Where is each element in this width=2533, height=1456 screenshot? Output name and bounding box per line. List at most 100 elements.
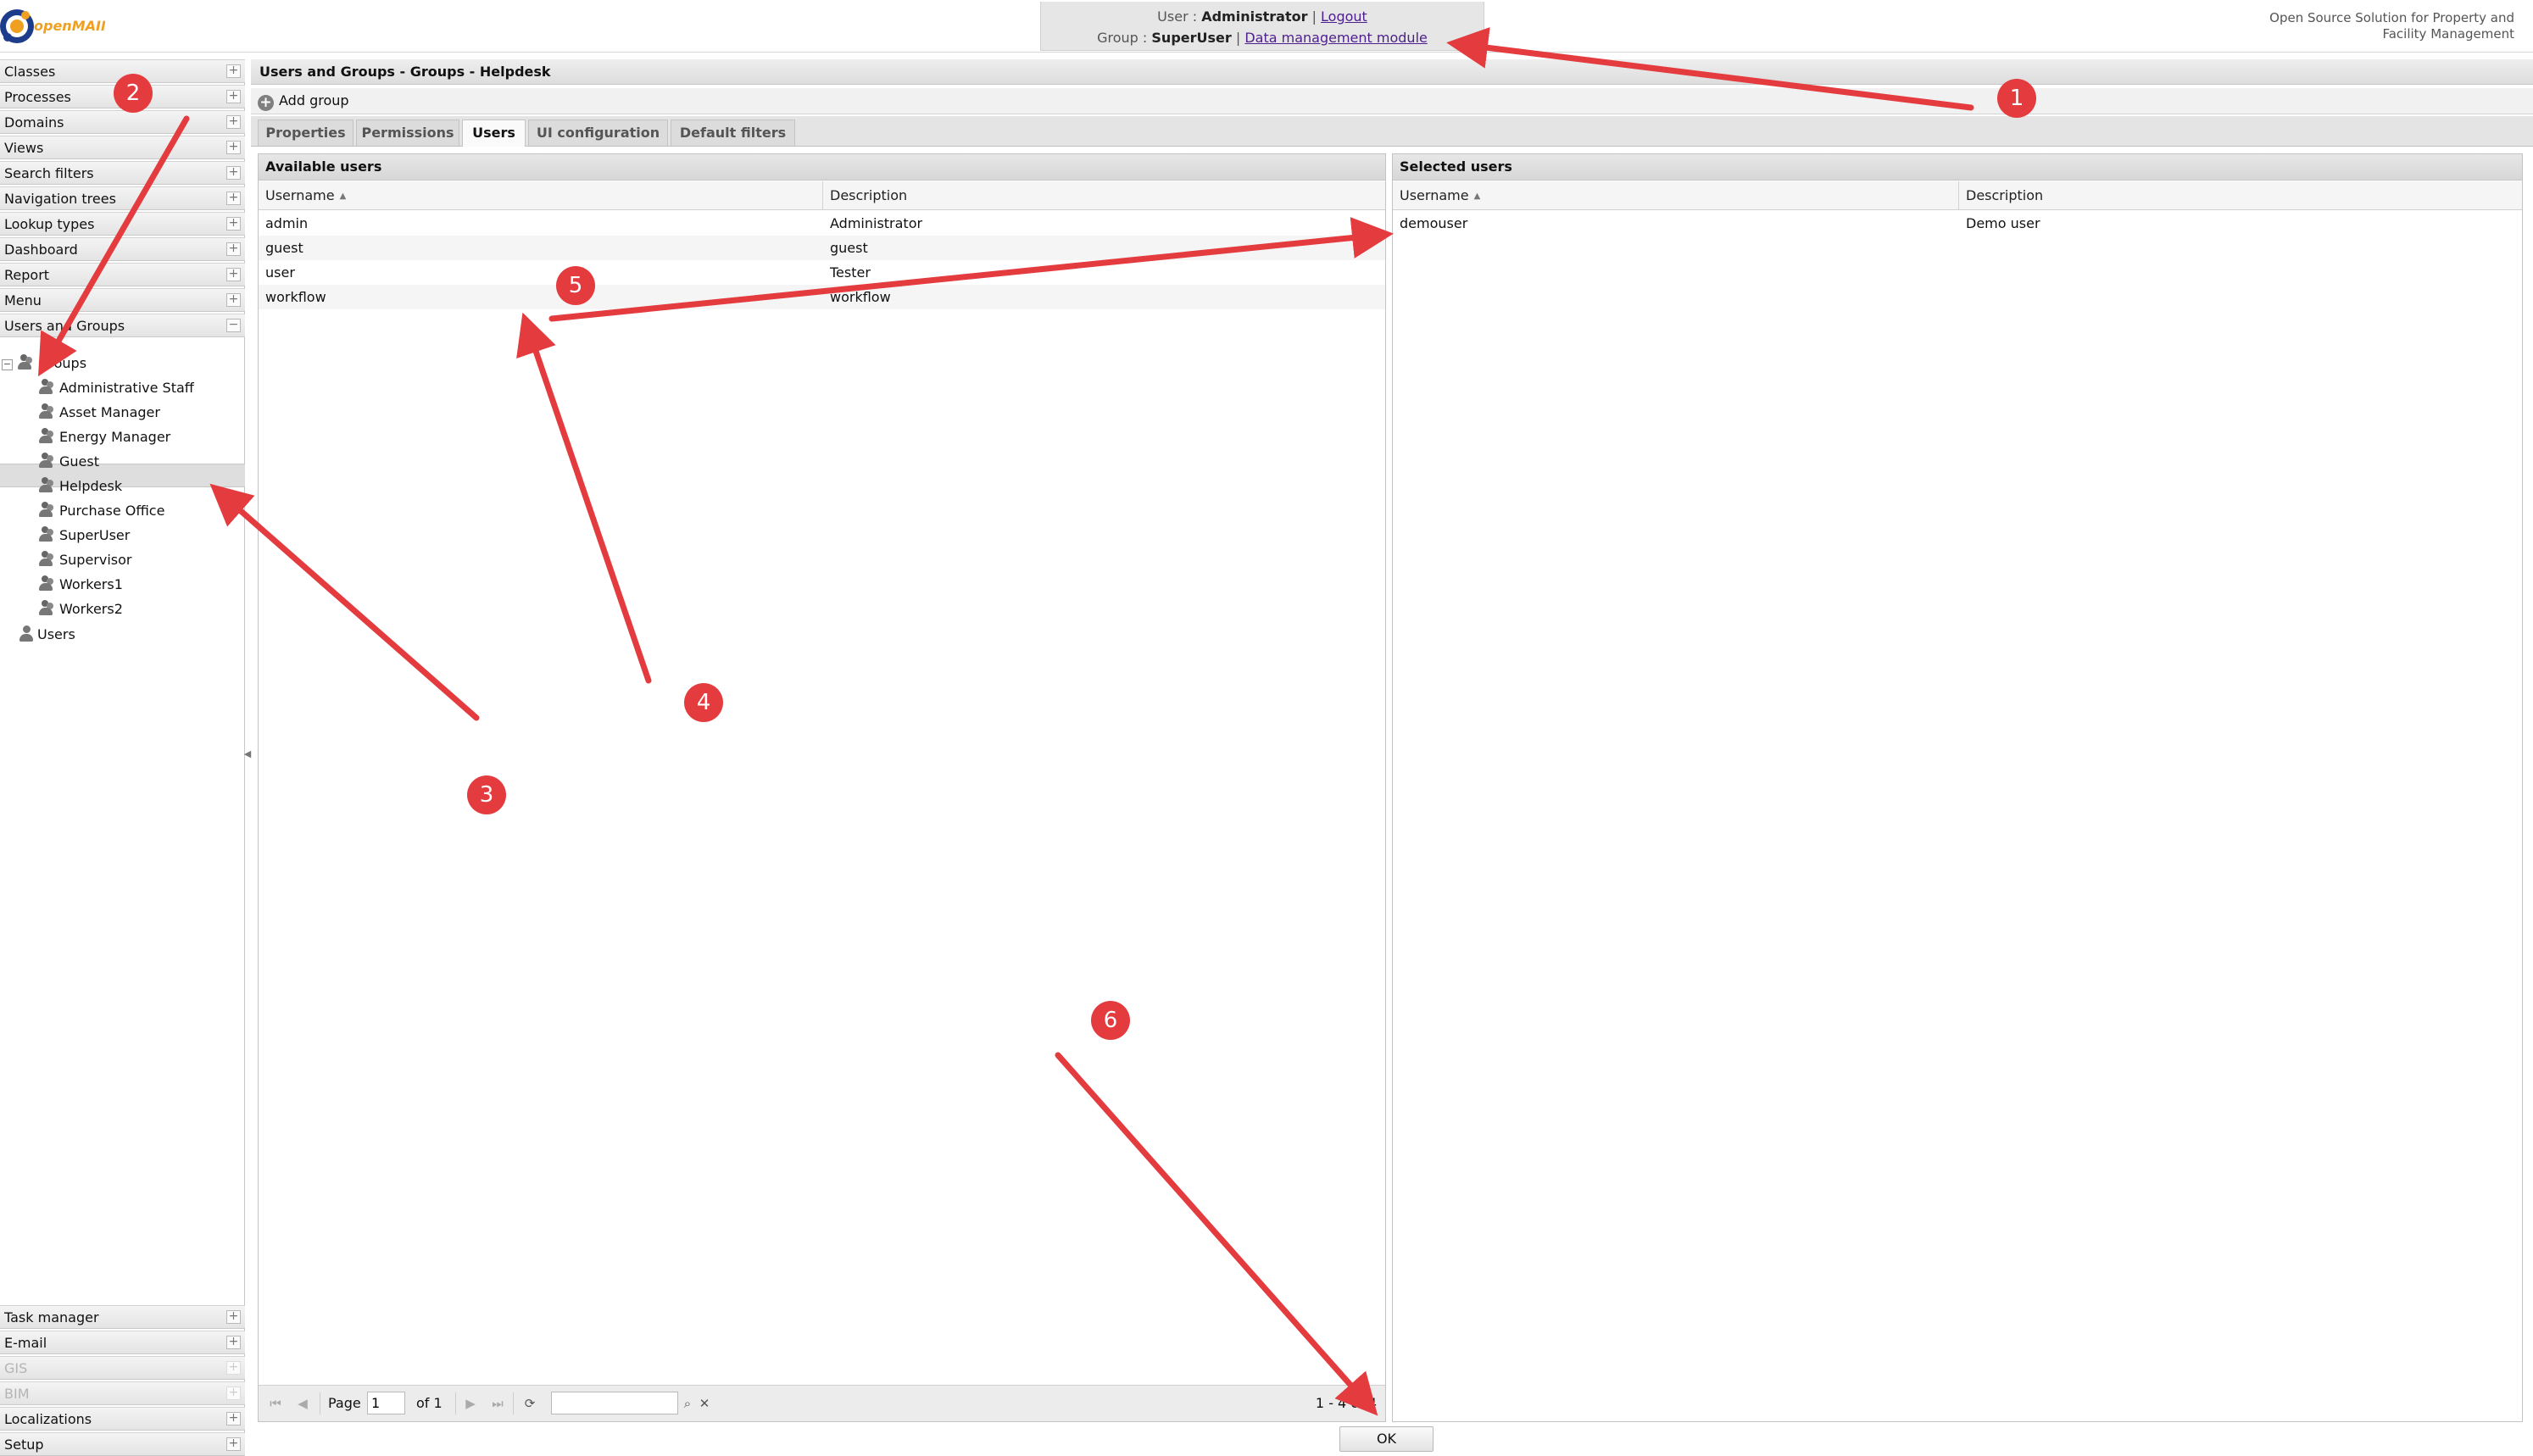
tree-node-label: Groups <box>38 355 87 371</box>
table-row[interactable]: admin Administrator <box>259 211 1385 236</box>
tree-node-group[interactable]: Guest <box>37 450 99 473</box>
tree-node-group-selected[interactable]: Helpdesk <box>37 475 122 497</box>
tree-node-group[interactable]: Energy Manager <box>37 425 170 448</box>
table-row[interactable]: guest guest <box>259 236 1385 260</box>
sidebar-item-views[interactable]: Views + <box>0 136 245 159</box>
tree-node-label: Purchase Office <box>59 503 165 519</box>
group-icon <box>37 403 56 420</box>
tab-users[interactable]: Users <box>462 119 526 147</box>
tree-node-label: Energy Manager <box>59 429 171 445</box>
tree-node-group[interactable]: Administrative Staff <box>37 376 194 399</box>
group-name: SuperUser <box>1151 30 1232 46</box>
sidebar-item-dashboard[interactable]: Dashboard + <box>0 237 245 261</box>
cell-username: guest <box>265 240 303 256</box>
sidebar-item-label: E-mail <box>4 1335 47 1351</box>
sidebar-collapse-handle[interactable]: ◀ <box>243 746 252 763</box>
column-header-description[interactable]: Description <box>823 181 1385 210</box>
expand-icon[interactable]: + <box>226 1310 241 1324</box>
clear-search-icon[interactable]: ✕ <box>696 1395 713 1412</box>
sidebar-item-users-and-groups[interactable]: Users and Groups − <box>0 314 245 337</box>
tree-node-group[interactable]: Asset Manager <box>37 401 160 424</box>
sidebar-item-bim: BIM + <box>0 1381 245 1405</box>
column-header-username[interactable]: Username ▲ <box>259 181 823 210</box>
expand-icon[interactable]: + <box>226 217 241 231</box>
sidebar-item-label: Setup <box>4 1437 44 1453</box>
sidebar-item-localizations[interactable]: Localizations + <box>0 1407 245 1431</box>
tab-permissions[interactable]: Permissions <box>356 119 459 146</box>
expand-icon[interactable]: + <box>226 141 241 154</box>
cell-description: Demo user <box>1966 215 2040 231</box>
page-count-label: of 1 <box>416 1395 443 1411</box>
logout-link[interactable]: Logout <box>1321 8 1367 25</box>
add-group-button[interactable]: + Add group <box>258 92 349 111</box>
toolbar: + Add group <box>251 88 2533 114</box>
sidebar-item-navigation-trees[interactable]: Navigation trees + <box>0 186 245 210</box>
tree-node-group[interactable]: Workers2 <box>37 597 123 620</box>
expand-icon[interactable]: + <box>226 293 241 307</box>
expand-icon[interactable]: + <box>226 1336 241 1349</box>
expand-icon[interactable]: + <box>226 192 241 205</box>
tree-node-group[interactable]: Workers1 <box>37 573 123 596</box>
expand-icon[interactable]: + <box>226 90 241 103</box>
tab-default-filters[interactable]: Default filters <box>671 119 795 146</box>
sidebar-item-menu[interactable]: Menu + <box>0 288 245 312</box>
sort-ascending-icon: ▲ <box>339 192 347 201</box>
cell-description: Tester <box>830 264 871 281</box>
expand-icon[interactable]: + <box>226 115 241 129</box>
table-row[interactable]: workflow workflow <box>259 285 1385 309</box>
table-row[interactable]: user Tester <box>259 260 1385 285</box>
user-icon <box>19 625 34 642</box>
tree-node-label: Workers2 <box>59 601 123 617</box>
expand-icon[interactable]: + <box>226 166 241 180</box>
cell-description: guest <box>830 240 868 256</box>
column-header-description[interactable]: Description <box>1959 181 2522 210</box>
sidebar-item-domains[interactable]: Domains + <box>0 110 245 134</box>
page-number-input[interactable] <box>367 1392 405 1414</box>
tree-node-groups[interactable]: − Groups <box>2 352 86 375</box>
expand-icon: + <box>226 1361 241 1375</box>
expand-icon[interactable]: + <box>226 242 241 256</box>
sidebar-item-label: Localizations <box>4 1411 92 1427</box>
tree-node-group[interactable]: Supervisor <box>37 548 132 571</box>
sidebar-item-email[interactable]: E-mail + <box>0 1331 245 1354</box>
last-page-icon[interactable]: ⏭ <box>489 1395 506 1412</box>
tree-node-group[interactable]: Purchase Office <box>37 499 164 522</box>
annotation-badge-3: 3 <box>467 775 506 814</box>
expand-icon[interactable]: + <box>226 1412 241 1425</box>
annotation-badge-5: 5 <box>556 266 595 305</box>
sidebar-item-setup[interactable]: Setup + <box>0 1432 245 1456</box>
search-input[interactable] <box>551 1392 678 1414</box>
data-management-link[interactable]: Data management module <box>1244 30 1428 46</box>
next-page-icon[interactable]: ▶ <box>462 1395 479 1412</box>
sidebar-item-label: Processes <box>4 89 71 105</box>
sidebar-item-lookup-types[interactable]: Lookup types + <box>0 212 245 236</box>
tab-properties[interactable]: Properties <box>258 119 354 146</box>
expand-icon: + <box>226 1387 241 1400</box>
column-header-username[interactable]: Username ▲ <box>1393 181 1959 210</box>
expand-icon[interactable]: + <box>226 1437 241 1451</box>
sidebar-item-label: Dashboard <box>4 242 78 258</box>
tree-collapse-icon[interactable]: − <box>2 359 13 370</box>
tab-ui-configuration[interactable]: UI configuration <box>528 119 668 146</box>
annotation-badge-2: 2 <box>114 74 153 113</box>
expand-icon[interactable]: + <box>226 268 241 281</box>
previous-page-icon[interactable]: ◀ <box>294 1395 311 1412</box>
table-row[interactable]: demouser Demo user <box>1393 211 2522 236</box>
sidebar-item-task-manager[interactable]: Task manager + <box>0 1305 245 1329</box>
refresh-icon[interactable]: ⟳ <box>521 1395 538 1412</box>
collapse-icon[interactable]: − <box>226 319 241 332</box>
add-group-label: Add group <box>279 92 349 108</box>
tree-node-group[interactable]: SuperUser <box>37 524 130 547</box>
expand-icon[interactable]: + <box>226 64 241 78</box>
group-icon <box>37 477 56 494</box>
tree-node-users[interactable]: Users <box>19 623 75 646</box>
tagline-line-1: Open Source Solution for Property and <box>2269 10 2514 25</box>
first-page-icon[interactable]: ⏮ <box>267 1395 284 1412</box>
tree-node-label: Asset Manager <box>59 404 160 420</box>
ok-button[interactable]: OK <box>1339 1426 1434 1452</box>
search-icon[interactable]: ⌕ <box>679 1395 696 1412</box>
pagination-toolbar: ⏮ ◀ Page of 1 ▶ ⏭ ⟳ ⌕ ✕ 1 - 4 of 4 <box>259 1385 1385 1421</box>
sidebar-item-search-filters[interactable]: Search filters + <box>0 161 245 185</box>
sidebar-item-report[interactable]: Report + <box>0 263 245 286</box>
navigation-sidebar: Classes + Processes + Domains + Views + Sear… <box>0 59 245 1456</box>
